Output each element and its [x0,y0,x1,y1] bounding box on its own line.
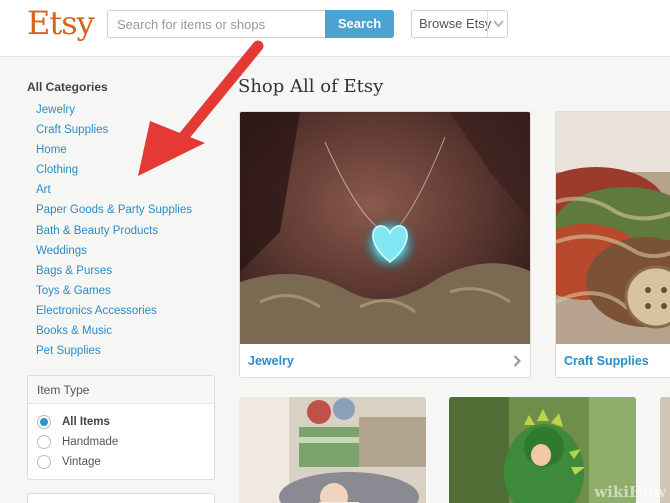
category-link-art[interactable]: Art [27,180,217,200]
card-label-jewelry: Jewelry [248,354,294,368]
home-photo [239,397,426,503]
category-link-clothing[interactable]: Clothing [27,160,217,180]
category-link-electronics[interactable]: Electronics Accessories [27,301,217,321]
category-link-craft-supplies[interactable]: Craft Supplies [27,120,217,140]
search-input[interactable] [107,10,326,38]
chevron-down-icon [487,11,507,37]
search-button[interactable]: Search [325,10,394,38]
browse-etsy-dropdown[interactable]: Browse Etsy [411,10,508,38]
etsy-logo[interactable]: Etsy [27,4,95,42]
browse-etsy-label: Browse Etsy [419,16,492,31]
radio-button[interactable] [37,455,51,469]
category-link-bath-beauty[interactable]: Bath & Beauty Products [27,221,217,241]
category-link-paper-goods[interactable]: Paper Goods & Party Supplies [27,200,217,220]
category-link-books-music[interactable]: Books & Music [27,321,217,341]
category-sidebar: All Categories Jewelry Craft Supplies Ho… [27,80,217,361]
category-link-pet-supplies[interactable]: Pet Supplies [27,341,217,361]
radio-label-vintage: Vintage [62,456,101,468]
all-categories-heading: All Categories [27,80,108,94]
item-type-heading: Item Type [28,376,214,404]
radio-button[interactable] [37,435,51,449]
radio-label-handmade: Handmade [62,436,119,448]
category-link-home[interactable]: Home [27,140,217,160]
category-list: Jewelry Craft Supplies Home Clothing Art… [27,100,217,361]
next-filter-box [27,493,215,503]
category-card-home[interactable] [239,397,426,503]
radio-button-selected[interactable] [37,415,51,429]
card-label-craft-supplies: Craft Supplies [564,354,649,368]
category-link-bags-purses[interactable]: Bags & Purses [27,261,217,281]
category-link-weddings[interactable]: Weddings [27,241,217,261]
radio-label-all-items: All Items [62,416,110,428]
top-header: Etsy Search Browse Etsy [0,0,670,57]
craft-supplies-photo [556,112,670,344]
chevron-right-icon [513,355,521,367]
page-title: Shop All of Etsy [238,76,384,97]
wikihow-watermark: wikiHow [594,483,666,501]
category-card-craft-supplies[interactable]: Craft Supplies [555,111,670,378]
category-link-toys-games[interactable]: Toys & Games [27,281,217,301]
jewelry-photo [240,112,530,344]
category-card-jewelry[interactable]: Jewelry [239,111,531,378]
item-type-filter: Item Type All Items Handmade Vintage [27,375,215,480]
category-link-jewelry[interactable]: Jewelry [27,100,217,120]
